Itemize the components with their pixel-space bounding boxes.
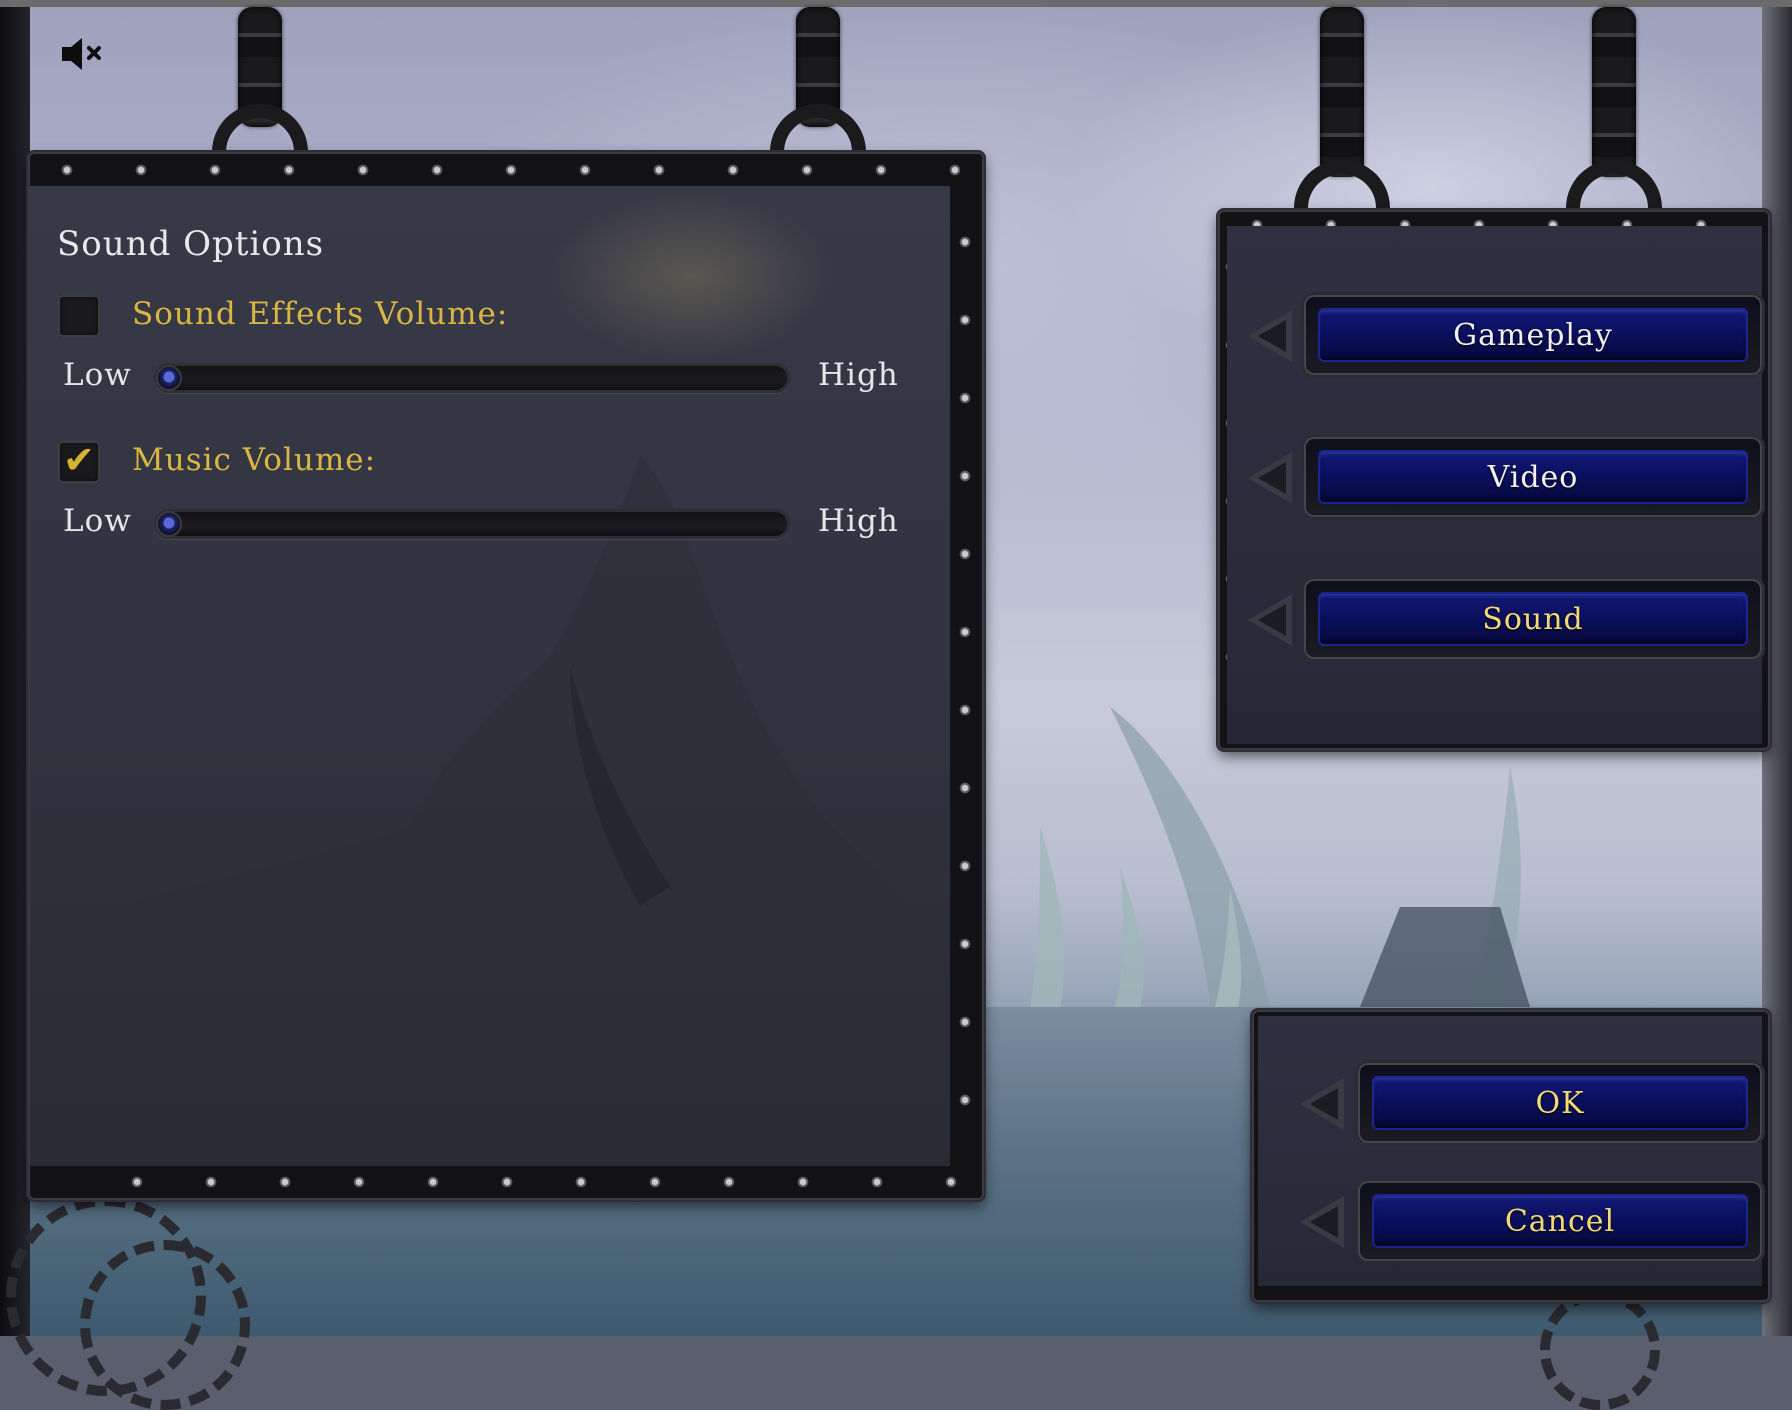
gameplay-arrow-icon <box>1248 310 1292 362</box>
sound-options-panel: Sound Options Sound Effects Volume: Low … <box>30 186 950 1166</box>
video-button-label: Video <box>1487 459 1579 495</box>
chain-right-2 <box>1592 7 1636 177</box>
music-high-label: High <box>818 503 899 539</box>
panel-title: Sound Options <box>57 224 325 264</box>
gear-decoration-icon <box>80 1240 250 1410</box>
ok-arrow-icon <box>1300 1078 1344 1130</box>
video-button[interactable]: Video <box>1304 437 1762 517</box>
left-edge <box>0 7 30 1336</box>
gameplay-button-label: Gameplay <box>1453 317 1613 353</box>
speaker-muted-icon[interactable] <box>58 32 108 76</box>
gameplay-button-face: Gameplay <box>1318 308 1748 362</box>
rivet-row-top <box>60 163 960 177</box>
slider-thumb[interactable] <box>158 367 180 389</box>
music-checkbox[interactable]: ✔ <box>57 438 101 484</box>
video-arrow-icon <box>1248 452 1292 504</box>
sound-effects-high-label: High <box>818 357 899 393</box>
music-volume-label: Music Volume: <box>132 442 377 478</box>
sound-button-label: Sound <box>1482 601 1584 637</box>
sound-button[interactable]: Sound <box>1304 579 1762 659</box>
cancel-button-label: Cancel <box>1504 1203 1616 1239</box>
rivet-row-bottom <box>130 1175 960 1189</box>
sound-effects-low-label: Low <box>63 357 132 393</box>
ok-button-face: OK <box>1372 1076 1748 1130</box>
checkmark-icon: ✔ <box>63 438 95 482</box>
music-low-label: Low <box>63 503 132 539</box>
gear-decoration-icon <box>1540 1290 1660 1410</box>
rivet-column-right <box>958 235 972 1155</box>
sound-effects-label: Sound Effects Volume: <box>132 296 509 332</box>
music-volume-slider[interactable] <box>154 509 790 539</box>
cancel-button-face: Cancel <box>1372 1194 1748 1248</box>
cancel-arrow-icon <box>1300 1196 1344 1248</box>
chain-right-1 <box>1320 7 1364 177</box>
ok-button-label: OK <box>1535 1085 1585 1121</box>
sound-effects-volume-slider[interactable] <box>154 363 790 393</box>
panel-background-art <box>30 456 950 1166</box>
cancel-button[interactable]: Cancel <box>1358 1181 1762 1261</box>
sound-arrow-icon <box>1248 594 1292 646</box>
gameplay-button[interactable]: Gameplay <box>1304 295 1762 375</box>
slider-thumb[interactable] <box>158 513 180 535</box>
sound-effects-checkbox[interactable] <box>57 294 101 338</box>
sound-button-face: Sound <box>1318 592 1748 646</box>
top-border <box>0 0 1792 7</box>
video-button-face: Video <box>1318 450 1748 504</box>
ok-button[interactable]: OK <box>1358 1063 1762 1143</box>
